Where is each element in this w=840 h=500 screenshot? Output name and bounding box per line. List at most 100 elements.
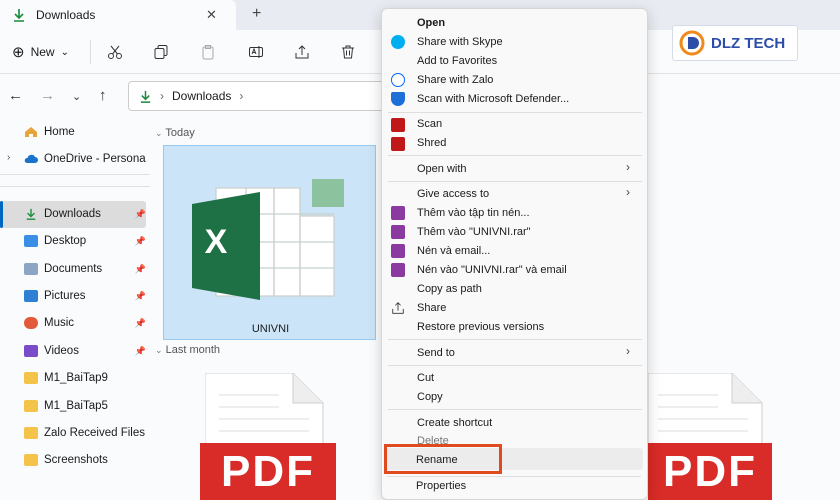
menu-item-shred[interactable]: Shred — [417, 137, 446, 149]
sidebar-item-videos[interactable]: Videos 📌 — [24, 340, 146, 362]
sidebar-item-desktop[interactable]: Desktop 📌 — [24, 230, 146, 252]
menu-item-open-with[interactable]: Open with — [417, 163, 467, 175]
share-icon[interactable] — [292, 42, 312, 62]
pin-icon[interactable]: 📌 — [135, 346, 146, 357]
download-icon — [14, 9, 24, 22]
menu-item-add-favorites[interactable]: Add to Favorites — [417, 55, 497, 67]
sidebar-item-documents[interactable]: Documents 📌 — [24, 258, 146, 280]
brand-logo: DLZ TECH — [672, 25, 798, 61]
breadcrumb-separator: › — [239, 89, 244, 103]
pin-icon[interactable]: 📌 — [135, 264, 146, 275]
pdf-file-icon — [205, 373, 324, 453]
chevron-down-icon: ⌄ — [155, 128, 163, 138]
sidebar-item-home[interactable]: Home — [24, 121, 146, 143]
breadcrumb-separator: › — [160, 89, 164, 103]
menu-item-open[interactable]: Open — [417, 17, 445, 29]
menu-item-compress-rar-email[interactable]: Nén vào "UNIVNI.rar" và email — [417, 264, 567, 276]
pin-icon[interactable]: 📌 — [135, 318, 146, 329]
new-label: New — [30, 45, 55, 59]
pictures-icon — [24, 290, 38, 302]
sidebar-item-label: Videos — [44, 345, 79, 357]
download-icon — [140, 90, 151, 103]
sidebar-item-label: M1_BaiTap9 — [44, 372, 108, 384]
back-arrow-icon[interactable]: ← — [8, 87, 23, 104]
zalo-icon — [391, 73, 405, 87]
tab-downloads[interactable]: Downloads ✕ — [0, 0, 236, 30]
sidebar-selection-indicator — [0, 201, 3, 228]
file-tile-univni[interactable]: X UNIVNI — [163, 145, 376, 340]
sidebar-item-pictures[interactable]: Pictures 📌 — [24, 285, 146, 307]
menu-divider — [388, 112, 642, 113]
menu-item-compress-email[interactable]: Nén và email... — [417, 245, 490, 257]
group-header-last-month[interactable]: ⌄ Last month — [155, 344, 220, 356]
menu-item-properties[interactable]: Properties — [416, 480, 466, 492]
plus-circle-icon: ⊕ — [12, 44, 25, 61]
sidebar-item-label: Downloads — [44, 208, 101, 220]
menu-item-share-zalo[interactable]: Share with Zalo — [417, 74, 493, 86]
sidebar-item-folder[interactable]: Screenshots — [24, 449, 146, 471]
sidebar-item-label: Screenshots — [44, 454, 108, 466]
sidebar-item-onedrive[interactable]: OneDrive - Persona — [24, 148, 146, 170]
menu-divider — [388, 155, 642, 156]
sidebar-item-label: Music — [44, 317, 75, 329]
menu-item-add-archive[interactable]: Thêm vào tập tin nén... — [417, 207, 530, 219]
menu-item-copy[interactable]: Copy — [417, 391, 443, 403]
chevron-down-icon: ⌄ — [60, 46, 69, 58]
sidebar-item-label: OneDrive - Persona — [44, 153, 146, 165]
menu-item-restore-versions[interactable]: Restore previous versions — [417, 321, 544, 333]
expand-chevron-icon[interactable]: › — [7, 152, 10, 163]
tab-title: Downloads — [36, 8, 96, 22]
share-icon — [392, 302, 404, 314]
menu-divider — [387, 476, 641, 477]
new-button[interactable]: ⊕ New ⌄ — [12, 42, 69, 62]
pin-icon[interactable]: 📌 — [135, 209, 146, 220]
menu-item-cut[interactable]: Cut — [417, 372, 434, 384]
menu-item-share-skype[interactable]: Share with Skype — [417, 36, 503, 48]
menu-item-copy-path[interactable]: Copy as path — [417, 283, 482, 295]
close-tab-icon[interactable]: ✕ — [206, 7, 217, 23]
copy-icon[interactable] — [151, 42, 171, 62]
trash-icon[interactable] — [338, 42, 358, 62]
skype-icon — [391, 35, 405, 49]
recent-chevron-icon[interactable]: ⌄ — [72, 90, 81, 103]
pin-icon[interactable]: 📌 — [135, 291, 146, 302]
up-arrow-icon[interactable]: ↑ — [99, 87, 107, 104]
menu-item-create-shortcut[interactable]: Create shortcut — [417, 417, 492, 429]
forward-arrow-icon[interactable]: → — [40, 87, 55, 104]
paste-icon[interactable] — [198, 42, 218, 62]
documents-icon — [24, 263, 38, 275]
chevron-down-icon: ⌄ — [155, 345, 163, 355]
file-name: UNIVNI — [251, 323, 290, 335]
excel-file-icon: X — [192, 179, 344, 300]
new-tab-button[interactable]: + — [252, 5, 261, 23]
cloud-icon — [24, 154, 38, 163]
sidebar-item-folder[interactable]: M1_BaiTap9 — [24, 367, 146, 389]
menu-item-share[interactable]: Share — [417, 302, 446, 314]
sidebar-item-music[interactable]: Music 📌 — [24, 312, 146, 334]
group-label: Last month — [165, 344, 221, 356]
sidebar-divider — [0, 174, 150, 175]
sidebar-item-folder[interactable]: Zalo Received Files — [24, 422, 146, 444]
address-bar[interactable]: › Downloads › — [128, 81, 388, 111]
sidebar-item-folder[interactable]: M1_BaiTap5 — [24, 395, 146, 417]
sidebar-item-label: Zalo Received Files — [44, 427, 145, 439]
menu-item-add-rar[interactable]: Thêm vào "UNIVNI.rar" — [417, 226, 531, 238]
menu-item-give-access[interactable]: Give access to — [417, 188, 489, 200]
rename-icon[interactable] — [246, 42, 266, 62]
winrar-icon — [391, 244, 405, 258]
pdf-file-icon — [648, 373, 763, 453]
menu-divider — [388, 181, 642, 182]
mcafee-icon — [391, 137, 405, 151]
cut-icon[interactable] — [105, 42, 125, 62]
sidebar-item-label: M1_BaiTap5 — [44, 400, 108, 412]
submenu-chevron-icon: › — [626, 185, 630, 199]
menu-item-send-to[interactable]: Send to — [417, 347, 455, 359]
menu-item-scan[interactable]: Scan — [417, 118, 442, 130]
pin-icon[interactable]: 📌 — [135, 236, 146, 247]
winrar-icon — [391, 206, 405, 220]
pdf-label: PDF — [200, 443, 336, 500]
breadcrumb-downloads[interactable]: Downloads — [172, 89, 231, 103]
menu-item-scan-defender[interactable]: Scan with Microsoft Defender... — [417, 93, 569, 105]
group-header-today[interactable]: ⌄ Today — [155, 127, 195, 139]
sidebar-item-downloads[interactable]: Downloads 📌 — [24, 203, 146, 225]
